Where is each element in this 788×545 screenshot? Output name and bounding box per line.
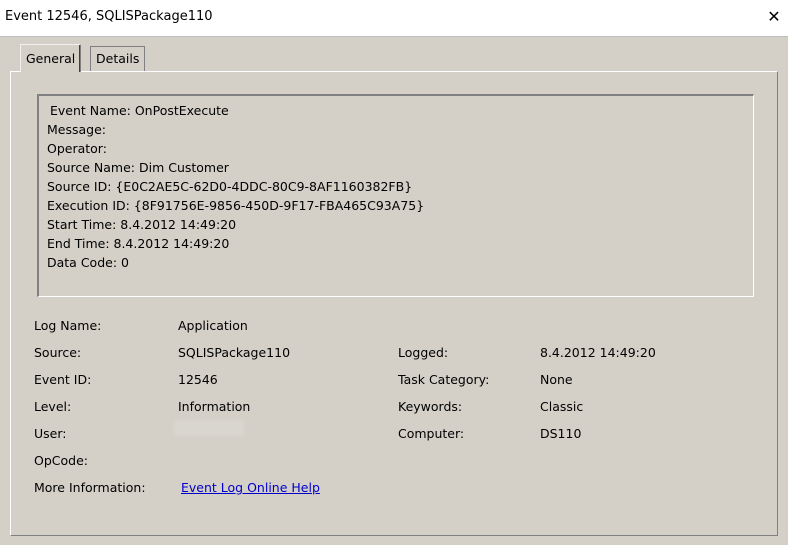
window-title: Event 12546, SQLISPackage110 <box>5 9 213 24</box>
event-id-label: Event ID: <box>34 372 92 387</box>
tab-general[interactable]: General <box>20 44 82 72</box>
close-icon[interactable]: ✕ <box>764 6 784 28</box>
user-label: User: <box>34 426 67 441</box>
log-name-value: Application <box>178 318 248 333</box>
description-line: Start Time: 8.4.2012 14:49:20 <box>47 217 237 232</box>
user-value-redacted <box>174 420 244 436</box>
level-value: Information <box>178 399 251 414</box>
log-name-label: Log Name: <box>34 318 102 333</box>
event-log-online-help-link[interactable]: Event Log Online Help <box>181 480 320 495</box>
computer-label: Computer: <box>398 426 465 441</box>
description-line: Operator: <box>47 141 107 156</box>
description-line: Source Name: Dim Customer <box>47 160 229 175</box>
event-description-box[interactable]: Event Name: OnPostExecute Message: Opera… <box>37 94 754 297</box>
opcode-label: OpCode: <box>34 453 88 468</box>
general-tab-panel: Event Name: OnPostExecute Message: Opera… <box>10 71 778 536</box>
description-line: Event Name: OnPostExecute <box>50 103 229 118</box>
task-category-label: Task Category: <box>398 372 490 387</box>
computer-value: DS110 <box>540 426 582 441</box>
source-value: SQLISPackage110 <box>178 345 291 360</box>
event-properties-window: Event 12546, SQLISPackage110 ✕ General D… <box>0 0 788 545</box>
level-label: Level: <box>34 399 72 414</box>
title-bar: Event 12546, SQLISPackage110 ✕ <box>0 0 788 37</box>
description-line: End Time: 8.4.2012 14:49:20 <box>47 236 230 251</box>
keywords-value: Classic <box>540 399 584 414</box>
description-line: Data Code: 0 <box>47 255 129 270</box>
more-info-label: More Information: <box>34 480 146 495</box>
description-line: Execution ID: {8F91756E-9856-450D-9F17-F… <box>47 198 425 213</box>
logged-value: 8.4.2012 14:49:20 <box>540 345 656 360</box>
event-id-value: 12546 <box>178 372 218 387</box>
source-label: Source: <box>34 345 82 360</box>
task-category-value: None <box>540 372 573 387</box>
keywords-label: Keywords: <box>398 399 463 414</box>
tab-details[interactable]: Details <box>90 46 146 71</box>
description-line: Message: <box>47 122 106 137</box>
description-line: Source ID: {E0C2AE5C-62D0-4DDC-80C9-8AF1… <box>47 179 413 194</box>
logged-label: Logged: <box>398 345 449 360</box>
